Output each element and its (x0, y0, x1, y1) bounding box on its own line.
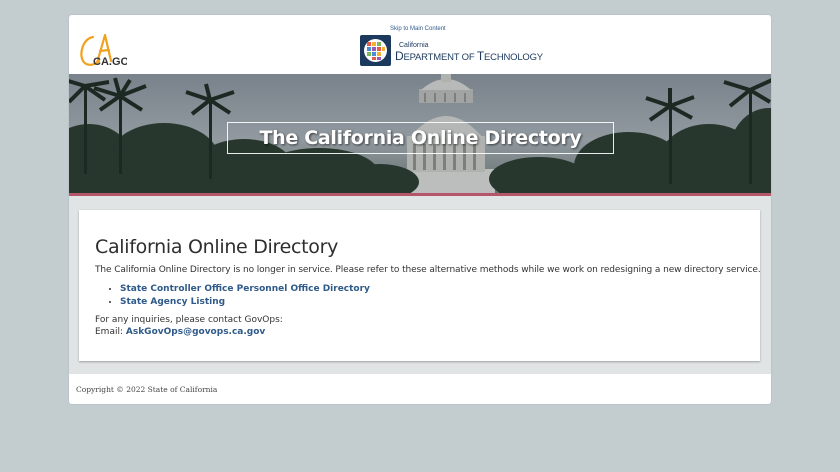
site-footer: Copyright © 2022 State of California (69, 374, 771, 404)
page-container: CA.GOV Skip to Main Content (69, 15, 771, 404)
ca-gov-logo-text: CA.GOV (93, 56, 127, 68)
email-link[interactable]: AskGovOps@govops.ca.gov (126, 327, 265, 337)
cdt-logo-big-text: DEPARTMENT OF TECHNOLOGY (395, 49, 543, 63)
content-card: California Online Directory The Californ… (79, 210, 761, 361)
alternative-links-list: State Controller Office Personnel Office… (120, 283, 370, 308)
email-line: Email: AskGovOps@govops.ca.gov (95, 327, 265, 337)
site-header: CA.GOV Skip to Main Content (69, 15, 771, 74)
state-controller-directory-link[interactable]: State Controller Office Personnel Office… (120, 284, 370, 294)
inquiry-text: For any inquiries, please contact GovOps… (95, 315, 283, 325)
banner-title: The California Online Directory (259, 127, 582, 149)
cdt-badge-icon (360, 35, 391, 66)
banner-title-box: The California Online Directory (227, 122, 614, 154)
ca-gov-logo-icon: CA.GOV (80, 33, 127, 68)
page-title: California Online Directory (95, 236, 339, 258)
list-item: State Agency Listing (120, 296, 370, 308)
skip-to-main-link[interactable]: Skip to Main Content (390, 26, 446, 32)
ca-gov-logo[interactable]: CA.GOV (79, 33, 127, 69)
state-agency-listing-link[interactable]: State Agency Listing (120, 297, 225, 307)
list-item: State Controller Office Personnel Office… (120, 283, 370, 295)
main-content-area: California Online Directory The Californ… (69, 196, 771, 374)
copyright-text: Copyright © 2022 State of California (76, 385, 218, 394)
email-label: Email: (95, 327, 126, 337)
cdt-logo[interactable]: California DEPARTMENT OF TECHNOLOGY (360, 35, 543, 67)
intro-text: The California Online Directory is no lo… (95, 265, 761, 275)
cdt-logo-small-text: California (399, 42, 429, 49)
hero-banner: The California Online Directory (69, 74, 771, 193)
